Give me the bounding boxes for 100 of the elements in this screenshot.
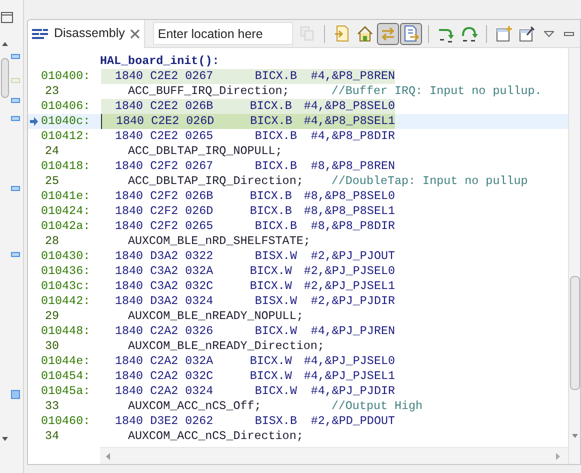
scroll-down-icon[interactable] <box>572 434 578 438</box>
code-comment: //DoubleTap: Input no pullup <box>331 174 528 189</box>
overview-marker[interactable] <box>11 390 20 399</box>
address: 01043c: <box>41 279 90 294</box>
source-code: AUXCOM_ACC_nCS_Off; <box>128 399 262 413</box>
operands: #2,&PJ_PJDIR <box>310 294 395 308</box>
overview-marker[interactable] <box>11 186 20 191</box>
operands: #4,&P8_P8REN <box>310 69 395 83</box>
mnemonic: BICX.W <box>250 354 292 368</box>
line-number: 25 <box>45 174 60 188</box>
opcode-bytes: 1840 C2A2 0326 <box>115 324 214 338</box>
source-code: ACC_DBLTAP_IRQ_Direction; <box>128 174 304 188</box>
new-window-icon <box>494 24 513 42</box>
operands: #4,&PJ_PJSEL1 <box>304 369 395 383</box>
opcode-bytes: 1840 C2E2 026D <box>116 114 214 128</box>
source-code: AUXCOM_BLE_nREADY_NOPULL; <box>128 309 304 323</box>
line-number: 30 <box>45 339 60 353</box>
operands: #2,&PJ_PJOUT <box>310 249 395 263</box>
mnemonic: BICX.B <box>250 99 292 113</box>
opcode-bytes: 1840 C2E2 0265 <box>115 129 214 143</box>
address: 010442: <box>41 294 90 309</box>
swap-arrows-button[interactable] <box>376 22 399 44</box>
location-field[interactable]: Enter location here <box>152 22 293 45</box>
operands: #8,&P8_P8REN <box>310 159 395 173</box>
maximize-icon[interactable] <box>1 12 13 23</box>
address: 01041e: <box>41 189 90 204</box>
mnemonic: BISX.B <box>254 414 297 428</box>
source-code: ACC_DBLTAP_IRQ_NOPULL; <box>128 144 282 158</box>
opcode-bytes: 1840 C2A2 0324 <box>115 384 214 398</box>
address: 01045a: <box>41 384 90 399</box>
opcode-bytes: 1840 D3A2 0324 <box>115 294 214 308</box>
operands: #8,&P8_P8SEL0 <box>304 189 395 203</box>
opcode-bytes: 1840 C2E2 026B <box>115 99 214 113</box>
opcode-bytes: 1840 D3A2 0322 <box>115 249 214 263</box>
mnemonic: BICX.W <box>250 264 292 278</box>
mnemonic: BICX.B <box>250 114 292 128</box>
opcode-bytes: 1840 C2A2 032C <box>115 369 214 383</box>
scrollbar-thumb[interactable] <box>0 58 8 98</box>
step-over-icon <box>460 24 478 42</box>
instruction-pointer-icon <box>30 117 38 126</box>
mnemonic: BICX.W <box>250 369 292 383</box>
mnemonic: BICX.B <box>254 219 297 233</box>
line-number: 28 <box>45 234 60 248</box>
address: 010418: <box>41 159 90 174</box>
scroll-left-icon[interactable] <box>106 452 110 460</box>
mnemonic: BICX.W <box>250 279 292 293</box>
opcode-bytes: 1840 C2A2 032A <box>115 354 214 368</box>
document-sync-icon <box>402 24 420 42</box>
overview-marker[interactable] <box>11 54 20 59</box>
disassembly-icon <box>32 28 49 38</box>
opcode-bytes: 1840 C3A2 032A <box>115 264 214 278</box>
editor-tab[interactable]: Disassembly <box>28 20 145 48</box>
operands: #4,&PJ_PJDIR <box>310 384 395 398</box>
address: 01042a: <box>41 219 90 234</box>
scroll-right-icon[interactable] <box>556 452 560 460</box>
line-number: 33 <box>45 399 60 413</box>
mnemonic: BICX.B <box>254 69 297 83</box>
function-label: HAL_board_init(): <box>100 54 220 68</box>
source-code: AUXCOM_BLE_nRD_SHELFSTATE; <box>128 234 310 248</box>
operands: #8,&P8_P8SEL1 <box>304 204 395 218</box>
address: 01044e: <box>41 354 90 369</box>
operands: #4,&PJ_PJSEL0 <box>304 354 395 368</box>
opcode-bytes: 1840 C2F2 0267 <box>115 159 214 173</box>
mnemonic: BISX.W <box>254 249 297 263</box>
overview-marker[interactable] <box>11 116 20 121</box>
document-sync-button[interactable] <box>400 22 422 44</box>
operands: #4,&PJ_PJREN <box>310 324 395 338</box>
scroll-up-icon[interactable] <box>2 42 8 46</box>
source-code: AUXCOM_ACC_nCS_Direction; <box>128 429 304 443</box>
overview-marker[interactable] <box>11 252 20 257</box>
mnemonic: BICX.B <box>254 129 297 143</box>
opcode-bytes: 1840 C2E2 0267 <box>115 69 214 83</box>
mnemonic: BICX.W <box>254 384 297 398</box>
operands: #2,&PJ_PJSEL0 <box>304 264 395 278</box>
mnemonic: BICX.B <box>250 204 292 218</box>
close-icon[interactable] <box>130 28 140 38</box>
operands: #2,&PJ_PJSEL1 <box>304 279 395 293</box>
scrollbar-thumb[interactable] <box>570 276 580 390</box>
address: 010454: <box>41 369 90 384</box>
address: 010460: <box>41 414 90 429</box>
view-menu-icon[interactable] <box>544 30 554 36</box>
overview-marker[interactable] <box>11 98 20 103</box>
code-comment: //Buffer IRQ: Input no pullup. <box>331 84 542 99</box>
source-code: AUXCOM_BLE_nREADY_Direction; <box>128 339 324 353</box>
document-arrow-icon <box>332 24 351 42</box>
opcode-bytes: 1840 C2F2 0265 <box>115 219 214 233</box>
address: 010430: <box>41 249 90 264</box>
minimize-icon[interactable] <box>564 32 574 36</box>
scroll-down-icon[interactable] <box>2 437 8 441</box>
address: 010412: <box>41 129 90 144</box>
opcode-bytes: 1840 C2F2 026D <box>115 204 214 218</box>
operands: #4,&P8_P8SEL0 <box>304 99 395 113</box>
go-icon <box>298 24 316 42</box>
pin-icon <box>518 24 536 42</box>
operands: #4,&P8_P8DIR <box>310 129 395 143</box>
mnemonic: BISX.W <box>254 294 297 308</box>
code-comment: //Output High <box>331 399 423 414</box>
mnemonic: BICX.B <box>250 189 292 203</box>
mnemonic: BICX.W <box>254 324 297 338</box>
operands: #4,&P8_P8SEL1 <box>304 114 395 128</box>
